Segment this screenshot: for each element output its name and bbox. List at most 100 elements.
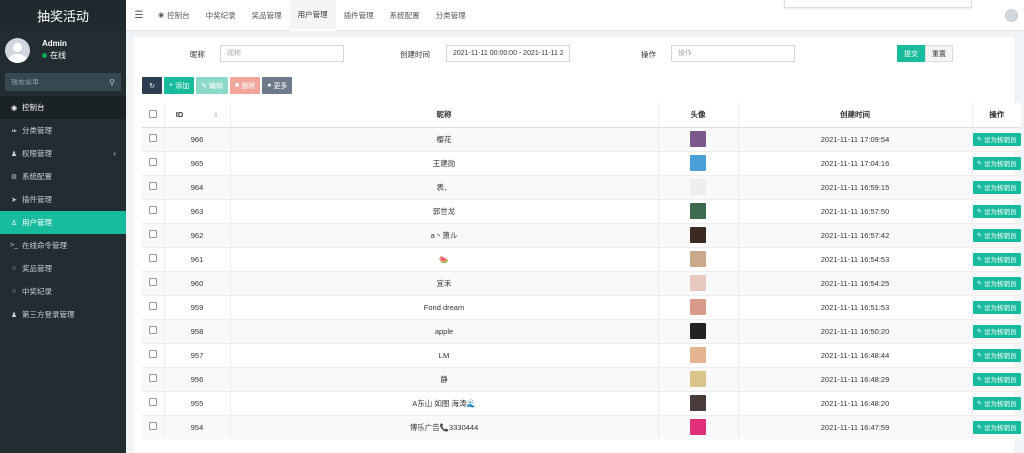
row-checkbox[interactable] (148, 278, 157, 286)
table-row[interactable]: 961 🍉 2021-11-11 16:54:53 ✎ 设为核销员 (142, 246, 1021, 271)
table-row[interactable]: 962 a丶萧ル 2021-11-11 16:57:42 ✎ 设为核销员 (142, 222, 1021, 247)
sidebar-item-9[interactable]: ♟ 第三方登录管理 (0, 303, 126, 326)
tab-6[interactable]: 分类管理 (428, 0, 474, 31)
row-checkbox[interactable] (148, 134, 157, 142)
sidebar-item-6[interactable]: >_ 在线命令管理 (0, 234, 126, 257)
menu-search-input[interactable] (11, 78, 101, 86)
row-checkbox[interactable] (148, 374, 157, 382)
row-select-cell[interactable] (142, 414, 164, 439)
set-verifier-button[interactable]: ✎ 设为核销员 (972, 276, 1021, 290)
row-avatar[interactable] (690, 299, 706, 315)
row-avatar[interactable] (690, 323, 706, 339)
row-select-cell[interactable] (142, 198, 164, 223)
row-select-cell[interactable] (142, 390, 164, 415)
sidebar-item-7[interactable]: ○ 奖品管理 (0, 257, 126, 280)
set-verifier-button[interactable]: ✎ 设为核销员 (972, 180, 1021, 194)
set-verifier-button[interactable]: ✎ 设为核销员 (972, 204, 1021, 218)
sidebar-item-5[interactable]: ♙ 用户管理 (0, 211, 126, 234)
row-select-cell[interactable] (142, 294, 164, 319)
set-verifier-button[interactable]: ✎ 设为核销员 (972, 372, 1021, 386)
set-verifier-button[interactable]: ✎ 设为核销员 (972, 132, 1021, 146)
table-row[interactable]: 957 LM 2021-11-11 16:48:44 ✎ 设为核销员 (142, 342, 1021, 367)
table-row[interactable]: 965 王建勋 2021-11-11 17:04:16 ✎ 设为核销员 (142, 150, 1021, 175)
row-checkbox[interactable] (148, 398, 157, 406)
row-select-cell[interactable] (142, 222, 164, 247)
row-avatar[interactable] (690, 371, 706, 387)
row-select-cell[interactable] (142, 342, 164, 367)
tab-1[interactable]: 中奖纪录 (198, 0, 244, 31)
delete-button[interactable]: ■ 删除 (229, 77, 261, 94)
row-avatar[interactable] (690, 203, 706, 219)
row-checkbox[interactable] (148, 302, 157, 310)
row-checkbox[interactable] (148, 422, 157, 431)
table-row[interactable]: 964 表、 2021-11-11 16:59:15 ✎ 设为核销员 (142, 174, 1021, 199)
search-icon[interactable]: ⚲ (109, 78, 115, 87)
row-avatar[interactable] (690, 155, 706, 171)
tab-0[interactable]: ◉ 控制台 (150, 0, 198, 31)
reset-button[interactable]: 重置 (925, 45, 953, 62)
row-avatar[interactable] (690, 347, 706, 363)
sidebar-item-4[interactable]: ➤ 插件管理 (0, 188, 126, 211)
sidebar-item-1[interactable]: ❧ 分类管理 (0, 119, 126, 142)
row-select-cell[interactable] (142, 318, 164, 343)
nickname-input[interactable] (220, 45, 344, 62)
row-select-cell[interactable] (142, 126, 164, 151)
sidebar-item-3[interactable]: ⚙ 系统配置 (0, 165, 126, 188)
top-user-avatar[interactable] (1005, 9, 1018, 22)
row-avatar[interactable] (690, 395, 706, 411)
row-checkbox[interactable] (148, 206, 157, 214)
set-verifier-button[interactable]: ✎ 设为核销员 (972, 300, 1021, 314)
row-avatar[interactable] (690, 227, 706, 243)
table-row[interactable]: 956 静 2021-11-11 16:48:29 ✎ 设为核销员 (142, 366, 1021, 391)
sidebar-item-2[interactable]: ♟ 权限管理 ‹ (0, 142, 126, 165)
sidebar-item-0[interactable]: ◉ 控制台 (0, 96, 126, 119)
row-checkbox[interactable] (148, 350, 157, 358)
refresh-button[interactable]: ↻ (142, 77, 162, 94)
select-all-checkbox[interactable] (148, 109, 157, 118)
set-verifier-button[interactable]: ✎ 设为核销员 (972, 252, 1021, 266)
sidebar-item-8[interactable]: ○ 中奖纪录 (0, 280, 126, 303)
row-avatar[interactable] (690, 251, 706, 267)
tab-5[interactable]: 系统配置 (382, 0, 428, 31)
tab-4[interactable]: 插件管理 (336, 0, 382, 31)
row-avatar[interactable] (690, 131, 706, 147)
select-all-cell[interactable] (142, 103, 164, 128)
submit-button[interactable]: 提交 (897, 45, 925, 62)
more-button[interactable]: ● 更多 (262, 77, 293, 94)
set-verifier-button[interactable]: ✎ 设为核销员 (972, 156, 1021, 170)
menu-toggle-icon[interactable]: ☰ (128, 10, 150, 21)
set-verifier-button[interactable]: ✎ 设为核销员 (972, 420, 1021, 434)
row-checkbox[interactable] (148, 326, 157, 334)
row-checkbox[interactable] (148, 182, 157, 190)
row-checkbox[interactable] (148, 254, 157, 262)
table-row[interactable]: 958 apple 2021-11-11 16:50:20 ✎ 设为核销员 (142, 318, 1021, 343)
set-verifier-button[interactable]: ✎ 设为核销员 (972, 324, 1021, 338)
row-checkbox[interactable] (148, 158, 157, 166)
table-row[interactable]: 959 Fond dream 2021-11-11 16:51:53 ✎ 设为核销员 (142, 294, 1021, 319)
sort-icon[interactable]: ⇕ (213, 113, 218, 119)
brand-title[interactable]: 抽奖活动 (0, 0, 126, 31)
tab-3[interactable]: 用户管理 (289, 0, 336, 31)
row-select-cell[interactable] (142, 270, 164, 295)
row-select-cell[interactable] (142, 174, 164, 199)
id-header[interactable]: ID ⇕ (163, 103, 230, 128)
set-verifier-button[interactable]: ✎ 设为核销员 (972, 348, 1021, 362)
row-avatar[interactable] (690, 419, 706, 436)
row-select-cell[interactable] (142, 150, 164, 175)
table-row[interactable]: 954 博乐广告📞3330444 2021-11-11 16:47:59 ✎ 设为核销员 (142, 414, 1021, 439)
add-button[interactable]: + 添加 (164, 77, 195, 94)
row-checkbox[interactable] (148, 230, 157, 238)
row-avatar[interactable] (690, 179, 706, 195)
table-row[interactable]: 960 宜禾 2021-11-11 16:54:25 ✎ 设为核销员 (142, 270, 1021, 295)
created-time-input[interactable] (446, 45, 570, 62)
table-row[interactable]: 966 樱花 2021-11-11 17:09:54 ✎ 设为核销员 (142, 126, 1021, 151)
edit-button[interactable]: ✎ 编辑 (196, 77, 228, 94)
row-select-cell[interactable] (142, 246, 164, 271)
set-verifier-button[interactable]: ✎ 设为核销员 (972, 396, 1021, 410)
tab-2[interactable]: 奖品管理 (244, 0, 290, 31)
op-input[interactable] (671, 45, 795, 62)
table-row[interactable]: 955 A东山 如图 海涛🌊 2021-11-11 16:48:20 ✎ 设为核销员 (142, 390, 1021, 415)
row-avatar[interactable] (690, 275, 706, 291)
row-select-cell[interactable] (142, 366, 164, 391)
set-verifier-button[interactable]: ✎ 设为核销员 (972, 228, 1021, 242)
